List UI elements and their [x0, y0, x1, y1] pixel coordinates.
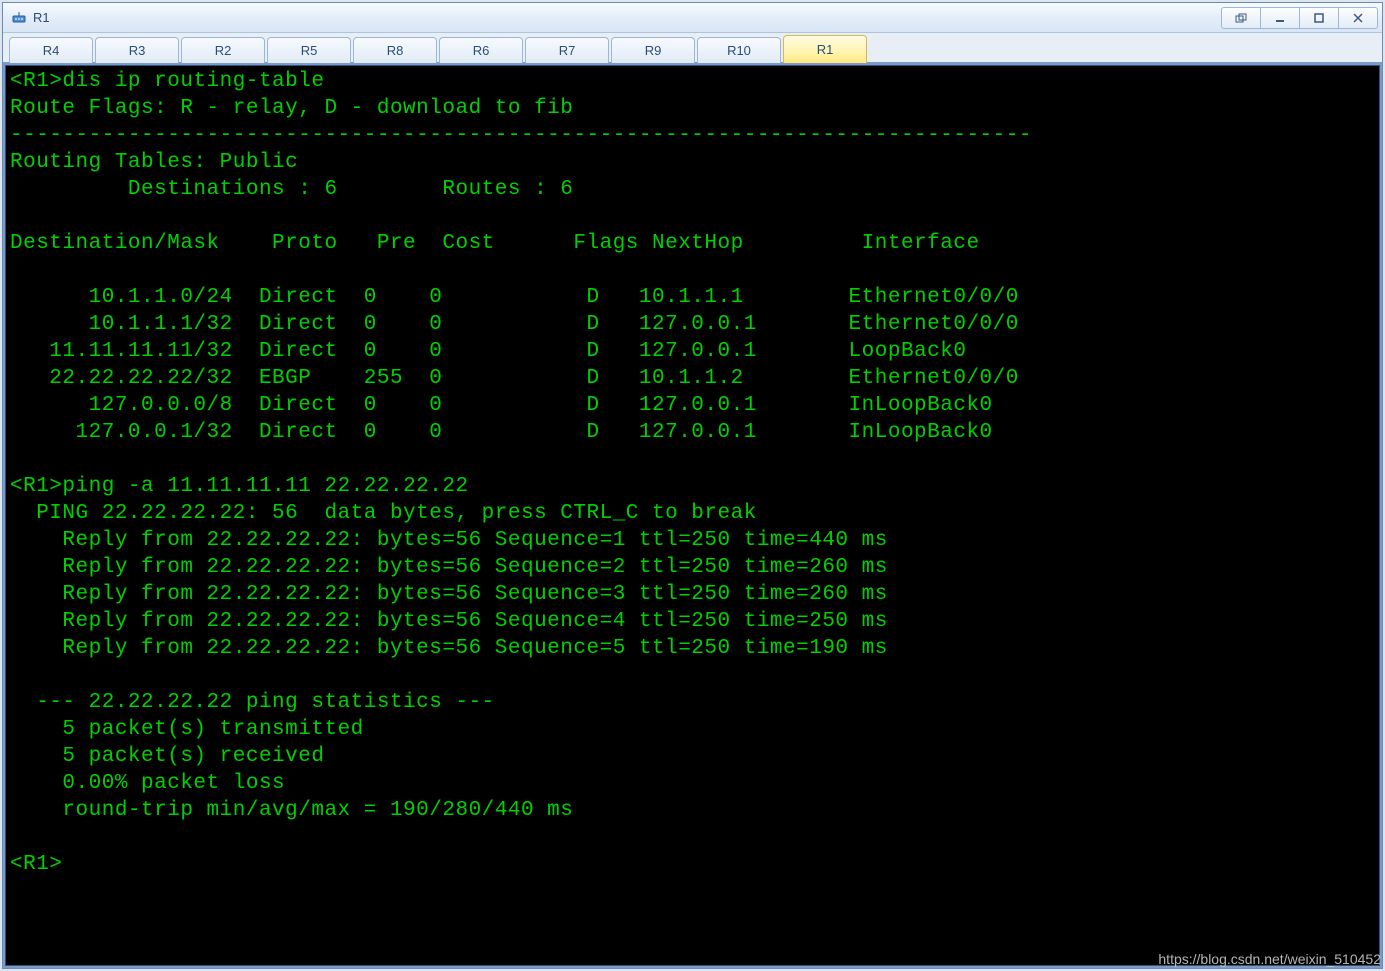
tab-label: R4	[43, 43, 60, 58]
routing-tables-line: Routing Tables: Public	[10, 151, 298, 174]
tab-label: R8	[387, 43, 404, 58]
prompt: <R1>	[10, 475, 62, 498]
tab-r6[interactable]: R6	[439, 37, 523, 63]
window-title: R1	[33, 10, 50, 25]
ping-stat: 0.00% packet loss	[10, 772, 285, 795]
titlebar[interactable]: R1	[3, 3, 1382, 33]
ping-reply: Reply from 22.22.22.22: bytes=56 Sequenc…	[10, 637, 888, 660]
tab-r9[interactable]: R9	[611, 37, 695, 63]
ping-reply: Reply from 22.22.22.22: bytes=56 Sequenc…	[10, 610, 888, 633]
tab-bar: R4 R3 R2 R5 R8 R6 R7 R9 R10 R1	[3, 33, 1382, 63]
app-icon	[11, 10, 27, 26]
ping-reply: Reply from 22.22.22.22: bytes=56 Sequenc…	[10, 556, 888, 579]
terminal-output[interactable]: <R1>dis ip routing-table Route Flags: R …	[5, 65, 1380, 966]
minimize-button[interactable]	[1260, 7, 1300, 29]
restore-down-button[interactable]	[1221, 7, 1261, 29]
window-controls	[1222, 7, 1378, 29]
tab-r2[interactable]: R2	[181, 37, 265, 63]
ping-header: PING 22.22.22.22: 56 data bytes, press C…	[10, 502, 757, 525]
tab-label: R6	[473, 43, 490, 58]
ping-reply: Reply from 22.22.22.22: bytes=56 Sequenc…	[10, 529, 888, 552]
route-flags-line: Route Flags: R - relay, D - download to …	[10, 97, 573, 120]
dest-routes-line: Destinations : 6 Routes : 6	[10, 178, 573, 201]
route-row: 11.11.11.11/32 Direct 0 0 D 127.0.0.1 Lo…	[10, 340, 966, 363]
tab-label: R3	[129, 43, 146, 58]
app-window: R1 R4 R3 R2 R5 R8 R6 R7 R9 R10 R1 <	[2, 2, 1383, 969]
ping-stat: 5 packet(s) transmitted	[10, 718, 364, 741]
prompt: <R1>	[10, 853, 62, 876]
command-ping: ping -a 11.11.11.11 22.22.22.22	[62, 475, 468, 498]
tab-r3[interactable]: R3	[95, 37, 179, 63]
maximize-button[interactable]	[1299, 7, 1339, 29]
routing-header: Destination/Mask Proto Pre Cost Flags Ne…	[10, 232, 980, 255]
tab-r7[interactable]: R7	[525, 37, 609, 63]
ping-stat: round-trip min/avg/max = 190/280/440 ms	[10, 799, 573, 822]
tab-label: R10	[727, 43, 751, 58]
close-button[interactable]	[1338, 7, 1378, 29]
route-row: 127.0.0.0/8 Direct 0 0 D 127.0.0.1 InLoo…	[10, 394, 993, 417]
tab-label: R2	[215, 43, 232, 58]
ping-stat: 5 packet(s) received	[10, 745, 324, 768]
route-row: 22.22.22.22/32 EBGP 255 0 D 10.1.1.2 Eth…	[10, 367, 1019, 390]
tab-r4[interactable]: R4	[9, 37, 93, 63]
route-row: 10.1.1.0/24 Direct 0 0 D 10.1.1.1 Ethern…	[10, 286, 1019, 309]
route-row: 127.0.0.1/32 Direct 0 0 D 127.0.0.1 InLo…	[10, 421, 993, 444]
tab-r5[interactable]: R5	[267, 37, 351, 63]
tab-label: R9	[645, 43, 662, 58]
ping-reply: Reply from 22.22.22.22: bytes=56 Sequenc…	[10, 583, 888, 606]
ping-stats-header: --- 22.22.22.22 ping statistics ---	[10, 691, 495, 714]
tab-r10[interactable]: R10	[697, 37, 781, 63]
prompt: <R1>	[10, 70, 62, 93]
tab-label: R5	[301, 43, 318, 58]
tab-label: R7	[559, 43, 576, 58]
tab-label: R1	[817, 42, 834, 57]
watermark: https://blog.csdn.net/weixin_510452	[1158, 951, 1381, 967]
route-row: 10.1.1.1/32 Direct 0 0 D 127.0.0.1 Ether…	[10, 313, 1019, 336]
tab-r1[interactable]: R1	[783, 35, 867, 63]
divider-line: ----------------------------------------…	[10, 124, 1032, 147]
terminal-container: <R1>dis ip routing-table Route Flags: R …	[3, 63, 1382, 968]
tab-r8[interactable]: R8	[353, 37, 437, 63]
command-routing: dis ip routing-table	[62, 70, 324, 93]
